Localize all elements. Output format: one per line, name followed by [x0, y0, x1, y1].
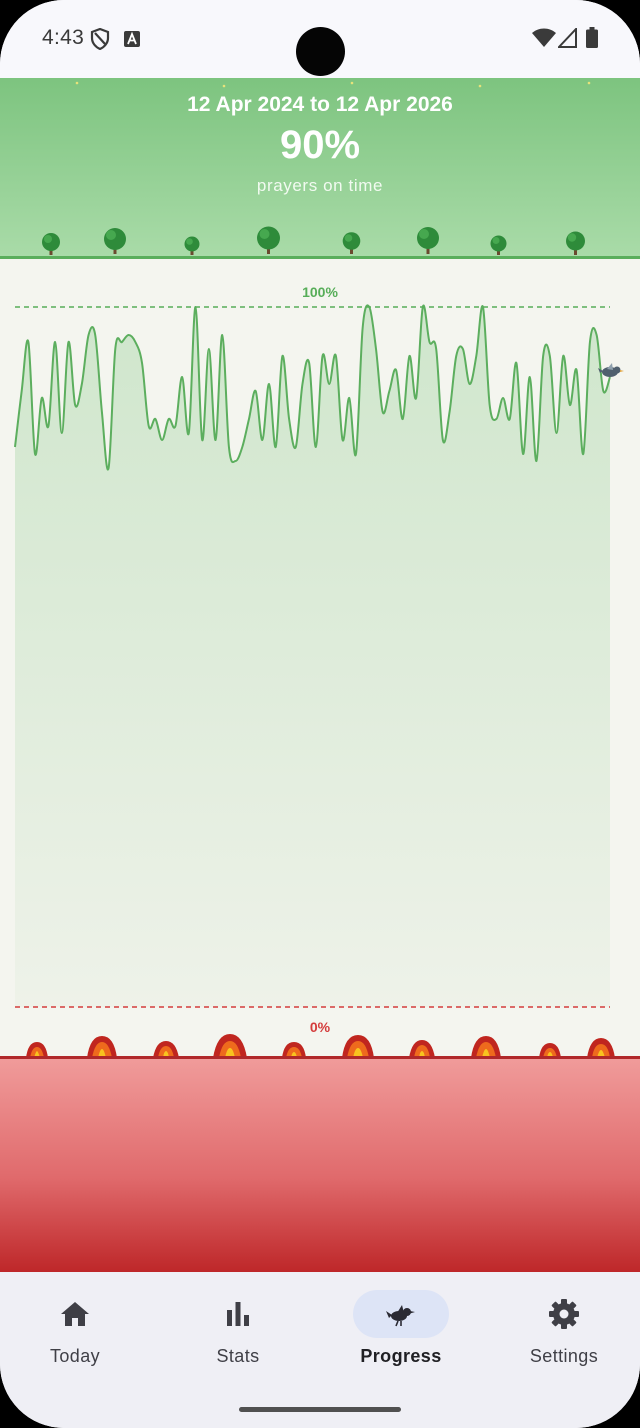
flame-icon	[342, 1035, 374, 1058]
reference-label-100: 100%	[302, 284, 338, 300]
on-time-percentage: 90%	[279, 123, 361, 167]
bird-icon	[386, 1305, 415, 1327]
battery-icon	[586, 27, 598, 48]
nav-item-progress[interactable]: Progress	[331, 1286, 471, 1376]
gear-icon	[549, 1299, 579, 1329]
nav-item-settings[interactable]: Settings	[494, 1286, 634, 1376]
flame-icon	[587, 1038, 615, 1058]
tree-icon	[104, 228, 126, 254]
status-time: 4:43	[42, 26, 85, 49]
flame-icon	[213, 1034, 247, 1058]
signal-icon	[558, 28, 577, 48]
flame-icon	[471, 1036, 501, 1058]
fire-zone	[0, 1056, 640, 1275]
tree-icon	[342, 232, 361, 254]
home-icon	[61, 1302, 89, 1326]
status-bar: 4:43	[0, 0, 640, 78]
flame-icon	[87, 1036, 117, 1058]
wifi-icon	[532, 28, 556, 47]
tree-icon	[184, 236, 200, 255]
nav-label-settings: Settings	[529, 1346, 599, 1366]
tree-icon	[566, 231, 585, 255]
bar-chart-icon	[227, 1302, 249, 1326]
tree-icon	[42, 233, 60, 255]
gesture-handle[interactable]	[239, 1407, 401, 1412]
date-range: 12 Apr 2024 to 12 Apr 2026	[187, 93, 453, 116]
font-a-icon	[124, 31, 140, 47]
shield-icon	[90, 28, 110, 50]
nav-item-today[interactable]: Today	[5, 1286, 145, 1376]
camera-cutout	[296, 27, 345, 76]
tree-icon	[257, 226, 280, 254]
progress-chart	[14, 304, 624, 1008]
nav-label-stats: Stats	[216, 1346, 260, 1366]
tree-icon	[490, 235, 507, 255]
nav-item-stats[interactable]: Stats	[168, 1286, 308, 1376]
phone-screen: 4:43 12 Apr 2024 to 12 Apr 2026 90% pray…	[0, 0, 640, 1428]
nav-label-today: Today	[49, 1346, 101, 1366]
percentage-caption: prayers on time	[256, 176, 384, 195]
tree-icon	[417, 227, 439, 254]
nav-label-progress: Progress	[360, 1346, 442, 1366]
